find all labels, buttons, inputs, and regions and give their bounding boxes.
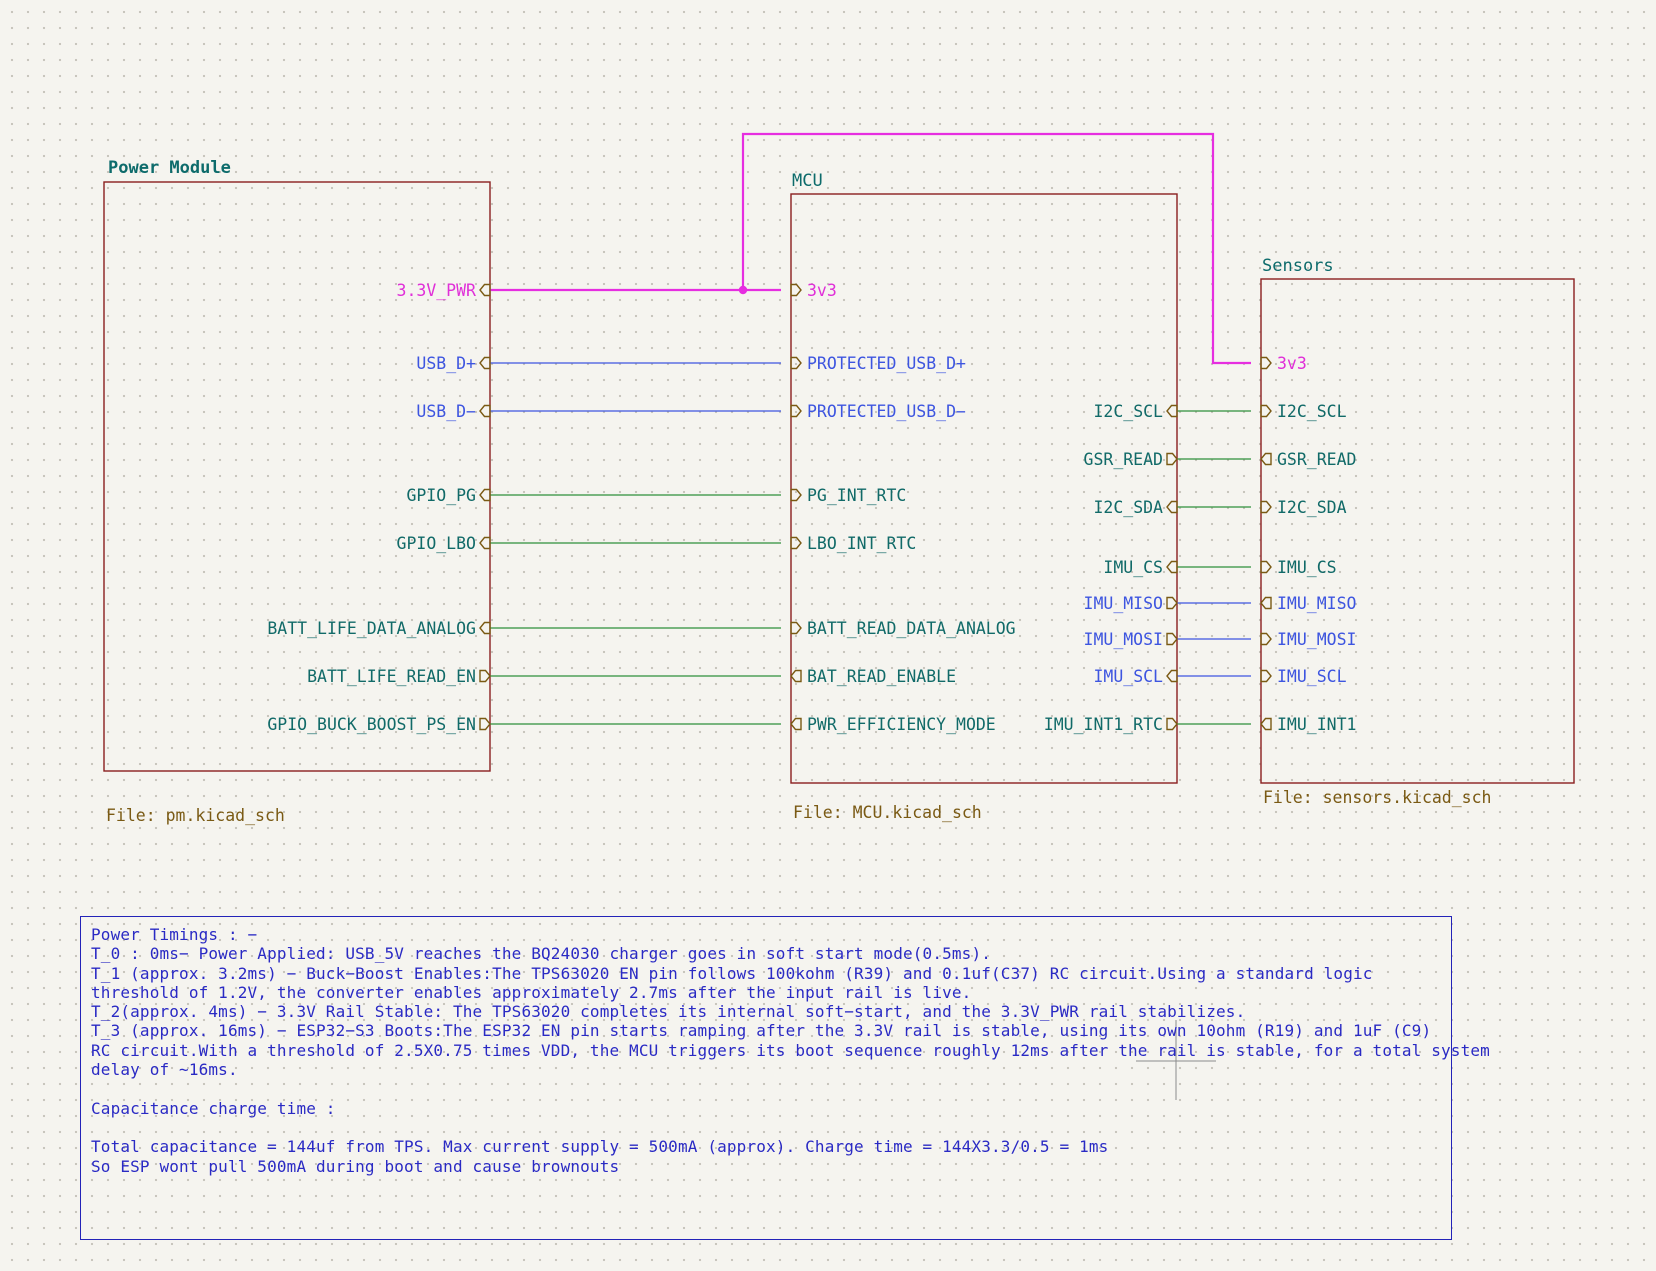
- mcu-title: MCU: [792, 171, 823, 191]
- sensors-pin-flag-5[interactable]: [1260, 596, 1272, 610]
- mcu-right-pin-label-6: IMU_SCL: [1093, 667, 1163, 686]
- note-line-0: Power Timings : −: [91, 925, 258, 944]
- mcu-left-pin-flag-1[interactable]: [790, 356, 802, 370]
- sensors-pin-flag-0[interactable]: [1260, 356, 1272, 370]
- mcu-right-pin-flag-4[interactable]: [1166, 596, 1178, 610]
- mcu-left-pin-label-4: LBO_INT_RTC: [807, 534, 916, 553]
- mcu-right-pin-flag-1[interactable]: [1166, 452, 1178, 466]
- sensors-pin-flag-6[interactable]: [1260, 632, 1272, 646]
- pm-pin-label-6: BATT_LIFE_READ_EN: [307, 667, 476, 686]
- sensors-sheet[interactable]: [1260, 278, 1575, 784]
- mcu-right-pin-flag-6[interactable]: [1166, 669, 1178, 683]
- mcu-right-pin-flag-0[interactable]: [1166, 404, 1178, 418]
- mcu-left-pin-flag-7[interactable]: [790, 717, 802, 731]
- sensors-pin-label-3: I2C_SDA: [1277, 498, 1347, 517]
- note-lines: Power Timings : − T_0 : 0ms− Power Applie…: [91, 925, 1490, 1176]
- pm-pin-flag-6[interactable]: [479, 669, 491, 683]
- power-module-title: Power Module: [108, 158, 231, 178]
- mcu-left-pin-flag-4[interactable]: [790, 536, 802, 550]
- note-line-7: delay of ~16ms.: [91, 1060, 238, 1080]
- pm-pin-label-3: GPIO_PG: [406, 486, 476, 505]
- mcu-right-pin-flag-5[interactable]: [1166, 632, 1178, 646]
- mcu-file-label: File: MCU.kicad_sch: [793, 803, 982, 822]
- mcu-left-pin-label-5: BATT_READ_DATA_ANALOG: [807, 619, 1016, 638]
- sensors-pin-label-2: GSR_READ: [1277, 450, 1356, 469]
- sensors-pin-label-4: IMU_CS: [1277, 558, 1337, 577]
- sensors-pin-flag-8[interactable]: [1260, 717, 1272, 731]
- sensors-file-label: File: sensors.kicad_sch: [1263, 788, 1491, 807]
- mcu-left-pin-flag-3[interactable]: [790, 488, 802, 502]
- junction-dot-3v3: [738, 285, 748, 295]
- sensors-pin-flag-3[interactable]: [1260, 500, 1272, 514]
- sensors-title: Sensors: [1262, 256, 1334, 276]
- mcu-left-pin-flag-2[interactable]: [790, 404, 802, 418]
- sensors-pin-flag-4[interactable]: [1260, 560, 1272, 574]
- pm-pin-label-4: GPIO_LBO: [397, 534, 476, 553]
- mcu-left-pin-label-6: BAT_READ_ENABLE: [807, 667, 956, 686]
- power-module-file-label: File: pm.kicad_sch: [106, 806, 285, 825]
- pm-pin-flag-4[interactable]: [479, 536, 491, 550]
- note-line-5: T_3 (approx. 16ms) − ESP32−S3 Boots:The …: [91, 1021, 1432, 1041]
- note-line-12: So ESP wont pull 500mA during boot and c…: [91, 1156, 620, 1176]
- sensors-pin-flag-2[interactable]: [1260, 452, 1272, 466]
- note-line-1: T_0 : 0ms− Power Applied: USB_5V reaches…: [91, 944, 992, 964]
- pm-pin-flag-5[interactable]: [479, 621, 491, 635]
- pm-pin-flag-1[interactable]: [479, 356, 491, 370]
- mcu-right-pin-flag-2[interactable]: [1166, 500, 1178, 514]
- sensors-pin-label-8: IMU_INT1: [1277, 715, 1356, 734]
- sensors-pin-label-0: 3v3: [1277, 354, 1307, 373]
- sensors-pin-flag-1[interactable]: [1260, 404, 1272, 418]
- note-line-2: T_1 (approx. 3.2ms) − Buck−Boost Enables…: [91, 963, 1373, 983]
- mcu-right-pin-label-5: IMU_MOSI: [1084, 630, 1163, 649]
- note-line-9: Capacitance charge time :: [91, 1098, 336, 1118]
- sensors-pin-flag-7[interactable]: [1260, 669, 1272, 683]
- pm-pin-flag-0[interactable]: [479, 283, 491, 297]
- mcu-right-pin-label-0: I2C_SCL: [1093, 402, 1163, 421]
- sensors-pin-label-5: IMU_MISO: [1277, 594, 1356, 613]
- mcu-right-pin-label-4: IMU_MISO: [1084, 594, 1163, 613]
- mcu-left-pin-flag-5[interactable]: [790, 621, 802, 635]
- mcu-right-pin-label-2: I2C_SDA: [1093, 498, 1163, 517]
- mcu-left-pin-label-1: PROTECTED_USB_D+: [807, 354, 966, 373]
- note-line-4: T_2(approx. 4ms) − 3.3V Rail Stable: The…: [91, 1002, 1246, 1022]
- note-line-6: RC circuit.With a threshold of 2.5X0.75 …: [91, 1040, 1490, 1060]
- pm-pin-label-1: USB_D+: [416, 354, 476, 373]
- power-timings-note[interactable]: Power Timings : − T_0 : 0ms− Power Applie…: [80, 916, 1490, 1240]
- mcu-left-pin-label-0: 3v3: [807, 281, 837, 300]
- mcu-right-pin-label-3: IMU_CS: [1103, 558, 1163, 577]
- sensors-pin-label-6: IMU_MOSI: [1277, 630, 1356, 649]
- sensors-pin-label-1: I2C_SCL: [1277, 402, 1347, 421]
- pm-pin-flag-7[interactable]: [479, 717, 491, 731]
- pm-pin-label-0: 3.3V_PWR: [397, 281, 477, 300]
- note-line-8: [91, 1079, 1441, 1098]
- pm-pin-label-2: USB_D−: [416, 402, 476, 421]
- mcu-right-pin-flag-3[interactable]: [1166, 560, 1178, 574]
- note-line-3: threshold of 1.2V, the converter enables…: [91, 982, 972, 1002]
- mcu-left-pin-label-3: PG_INT_RTC: [807, 486, 906, 505]
- pm-pin-label-7: GPIO_BUCK_BOOST_PS_EN: [267, 715, 476, 734]
- pm-pin-flag-2[interactable]: [479, 404, 491, 418]
- pm-pin-flag-3[interactable]: [479, 488, 491, 502]
- wire-3v3-to-sensors[interactable]: [741, 132, 1251, 365]
- pm-pin-label-5: BATT_LIFE_DATA_ANALOG: [267, 619, 476, 638]
- mcu-left-pin-flag-0[interactable]: [790, 283, 802, 297]
- sensors-pin-label-7: IMU_SCL: [1277, 667, 1347, 686]
- mcu-left-pin-label-2: PROTECTED_USB_D−: [807, 402, 966, 421]
- mcu-left-pin-label-7: PWR_EFFICIENCY_MODE: [807, 715, 996, 734]
- mcu-right-pin-label-7: IMU_INT1_RTC: [1044, 715, 1163, 734]
- note-line-10: [91, 1118, 1441, 1137]
- mcu-right-pin-flag-7[interactable]: [1166, 717, 1178, 731]
- mcu-left-pin-flag-6[interactable]: [790, 669, 802, 683]
- note-line-11: Total capacitance = 144uf from TPS. Max …: [91, 1137, 1109, 1157]
- mcu-right-pin-label-1: GSR_READ: [1084, 450, 1163, 469]
